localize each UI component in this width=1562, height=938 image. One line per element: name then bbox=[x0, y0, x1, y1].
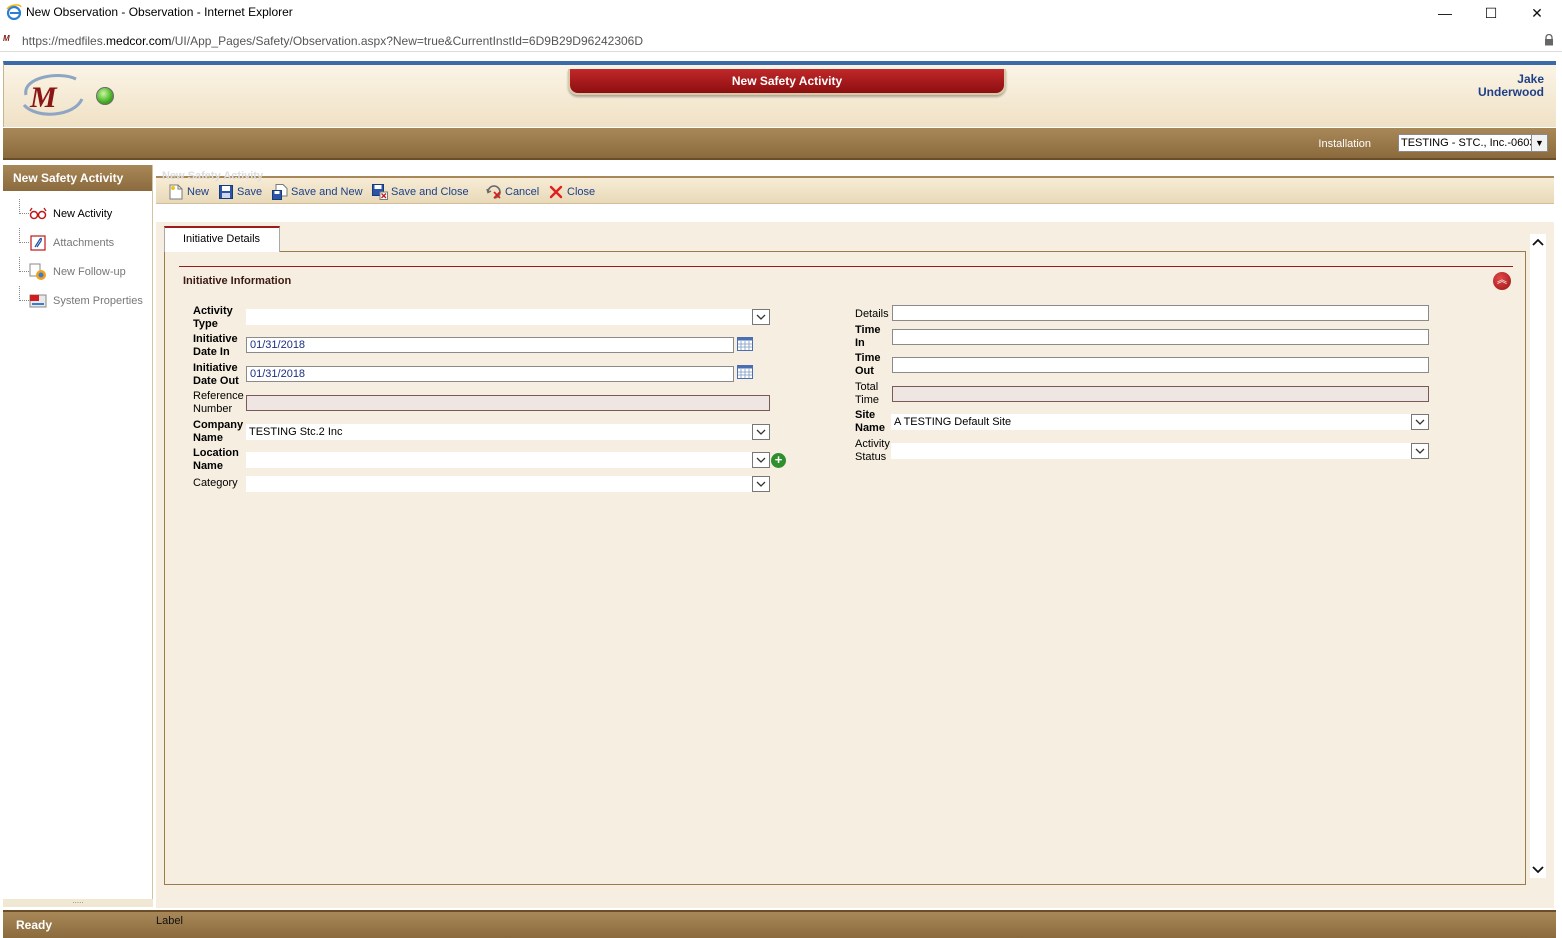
url-text[interactable]: https://medfiles.medcor.com/UI/App_Pages… bbox=[22, 34, 643, 48]
category-label: Category bbox=[193, 477, 238, 489]
reference-number-label: Reference Number bbox=[193, 390, 244, 415]
activity-status-label: Activity Status bbox=[855, 438, 890, 463]
close-icon bbox=[548, 184, 564, 200]
collapse-section-button[interactable]: ︽ bbox=[1493, 272, 1511, 290]
medcor-logo-icon: M bbox=[22, 74, 84, 116]
chevron-down-icon[interactable] bbox=[1411, 443, 1429, 459]
chevron-up-icon: ︽ bbox=[1497, 275, 1507, 286]
date-in-label: Initiative Date In bbox=[193, 333, 238, 358]
action-toolbar: New Safety Activity New Save Save and Ne… bbox=[156, 170, 1554, 204]
save-close-icon bbox=[372, 184, 388, 200]
cancel-button[interactable]: Cancel bbox=[486, 184, 539, 200]
chevron-down-icon[interactable] bbox=[752, 476, 770, 492]
site-name-dropdown[interactable]: A TESTING Default Site bbox=[891, 414, 1429, 430]
tab-panel: Initiative Information ︽ Activity Type In… bbox=[164, 251, 1526, 885]
time-in-input[interactable] bbox=[892, 329, 1429, 345]
chevron-down-icon[interactable] bbox=[752, 309, 770, 325]
sidebar-tree: New Activity Attachments New Follow-up S… bbox=[3, 191, 152, 315]
save-and-close-button[interactable]: Save and Close bbox=[372, 184, 469, 200]
online-status-icon bbox=[96, 87, 114, 105]
scroll-down-icon[interactable] bbox=[1530, 862, 1546, 878]
close-button[interactable]: Close bbox=[548, 184, 595, 200]
minimize-button[interactable]: — bbox=[1422, 2, 1468, 24]
category-dropdown[interactable] bbox=[246, 476, 770, 492]
app-header: M New Safety Activity Jake Underwood bbox=[3, 61, 1556, 127]
chevron-down-icon[interactable] bbox=[752, 424, 770, 440]
activity-type-label: Activity Type bbox=[193, 305, 233, 330]
installation-select[interactable]: TESTING - STC., Inc.-0603 ▼ bbox=[1398, 134, 1548, 152]
tab-initiative-details[interactable]: Initiative Details bbox=[164, 226, 280, 252]
date-out-label: Initiative Date Out bbox=[193, 362, 239, 387]
scroll-up-icon[interactable] bbox=[1530, 234, 1546, 250]
location-name-dropdown[interactable] bbox=[246, 452, 770, 468]
sidebar-title: New Safety Activity bbox=[3, 165, 152, 191]
status-bar: Ready Label bbox=[3, 910, 1556, 938]
location-name-label: Location Name bbox=[193, 447, 239, 472]
date-out-input[interactable]: 01/31/2018 bbox=[246, 366, 734, 382]
status-label-text: Label bbox=[156, 915, 183, 927]
details-label: Details bbox=[855, 308, 889, 320]
sidebar-item-label: New Activity bbox=[53, 207, 113, 220]
properties-icon bbox=[29, 292, 47, 310]
status-ready-text: Ready bbox=[16, 918, 53, 932]
activity-type-dropdown[interactable] bbox=[246, 309, 770, 325]
time-out-label: Time Out bbox=[855, 352, 881, 377]
window-titlebar: New Observation - Observation - Internet… bbox=[0, 0, 1562, 30]
calendar-icon[interactable] bbox=[737, 337, 753, 351]
calendar-icon[interactable] bbox=[737, 365, 753, 379]
save-button[interactable]: Save bbox=[218, 184, 262, 200]
save-disk-icon bbox=[218, 184, 234, 200]
sidebar-item-label: Attachments bbox=[53, 236, 115, 249]
follow-up-icon bbox=[29, 263, 47, 281]
sidebar-item-label: New Follow-up bbox=[53, 265, 126, 278]
total-time-input bbox=[892, 386, 1429, 402]
sidebar-item-label: System Properties bbox=[53, 294, 143, 307]
svg-text:M: M bbox=[29, 81, 58, 114]
total-time-label: Total Time bbox=[855, 381, 880, 406]
add-location-button[interactable]: + bbox=[771, 453, 786, 468]
company-name-label: Company Name bbox=[193, 419, 244, 444]
window-title: New Observation - Observation - Internet… bbox=[26, 5, 293, 19]
glasses-icon bbox=[29, 205, 47, 223]
address-bar[interactable]: M https://medfiles.medcor.com/UI/App_Pag… bbox=[0, 30, 1562, 52]
app-root: M New Safety Activity Jake Underwood Ins… bbox=[0, 52, 1562, 938]
main-content: Initiative Details Initiative Informatio… bbox=[156, 222, 1554, 908]
toolbar-ghost-title: New Safety Activity bbox=[162, 170, 264, 182]
cancel-icon bbox=[486, 184, 502, 200]
content-scrollbar[interactable] bbox=[1530, 234, 1546, 878]
chevron-down-icon[interactable]: ▼ bbox=[1531, 135, 1547, 151]
sidebar-item-new-follow-up[interactable]: New Follow-up bbox=[19, 257, 152, 286]
company-name-dropdown[interactable]: TESTING Stc.2 Inc bbox=[246, 424, 770, 440]
attachment-icon bbox=[29, 234, 47, 252]
maximize-button[interactable]: ☐ bbox=[1468, 2, 1514, 24]
time-out-input[interactable] bbox=[892, 357, 1429, 373]
installation-bar: Installation TESTING - STC., Inc.-0603 ▼ bbox=[3, 128, 1556, 160]
section-title: Initiative Information bbox=[179, 266, 1513, 287]
user-name[interactable]: Jake Underwood bbox=[1478, 73, 1544, 99]
medcor-favicon-icon: M bbox=[3, 34, 10, 43]
plus-icon: + bbox=[774, 452, 783, 467]
lock-icon bbox=[1545, 34, 1553, 46]
site-name-label: Site Name bbox=[855, 409, 885, 434]
installation-label: Installation bbox=[1318, 138, 1371, 150]
page-banner-title: New Safety Activity bbox=[568, 69, 1006, 95]
internet-explorer-icon bbox=[6, 4, 22, 20]
close-window-button[interactable]: ✕ bbox=[1514, 2, 1560, 24]
sidebar: New Safety Activity New Activity Attachm… bbox=[3, 165, 153, 907]
reference-number-input bbox=[246, 395, 770, 411]
date-in-input[interactable]: 01/31/2018 bbox=[246, 337, 734, 353]
new-document-icon bbox=[168, 184, 184, 200]
new-button[interactable]: New bbox=[168, 184, 209, 200]
chevron-down-icon[interactable] bbox=[1411, 414, 1429, 430]
sidebar-item-attachments[interactable]: Attachments bbox=[19, 228, 152, 257]
chevron-down-icon[interactable] bbox=[752, 452, 770, 468]
save-and-new-button[interactable]: Save and New bbox=[272, 184, 363, 200]
activity-status-dropdown[interactable] bbox=[891, 443, 1429, 459]
sidebar-resize-grip[interactable]: ..... bbox=[3, 897, 153, 907]
time-in-label: Time In bbox=[855, 324, 881, 349]
details-input[interactable] bbox=[892, 305, 1429, 321]
sidebar-item-system-properties[interactable]: System Properties bbox=[19, 286, 152, 315]
save-new-icon bbox=[272, 184, 288, 200]
sidebar-item-new-activity[interactable]: New Activity bbox=[19, 199, 152, 228]
